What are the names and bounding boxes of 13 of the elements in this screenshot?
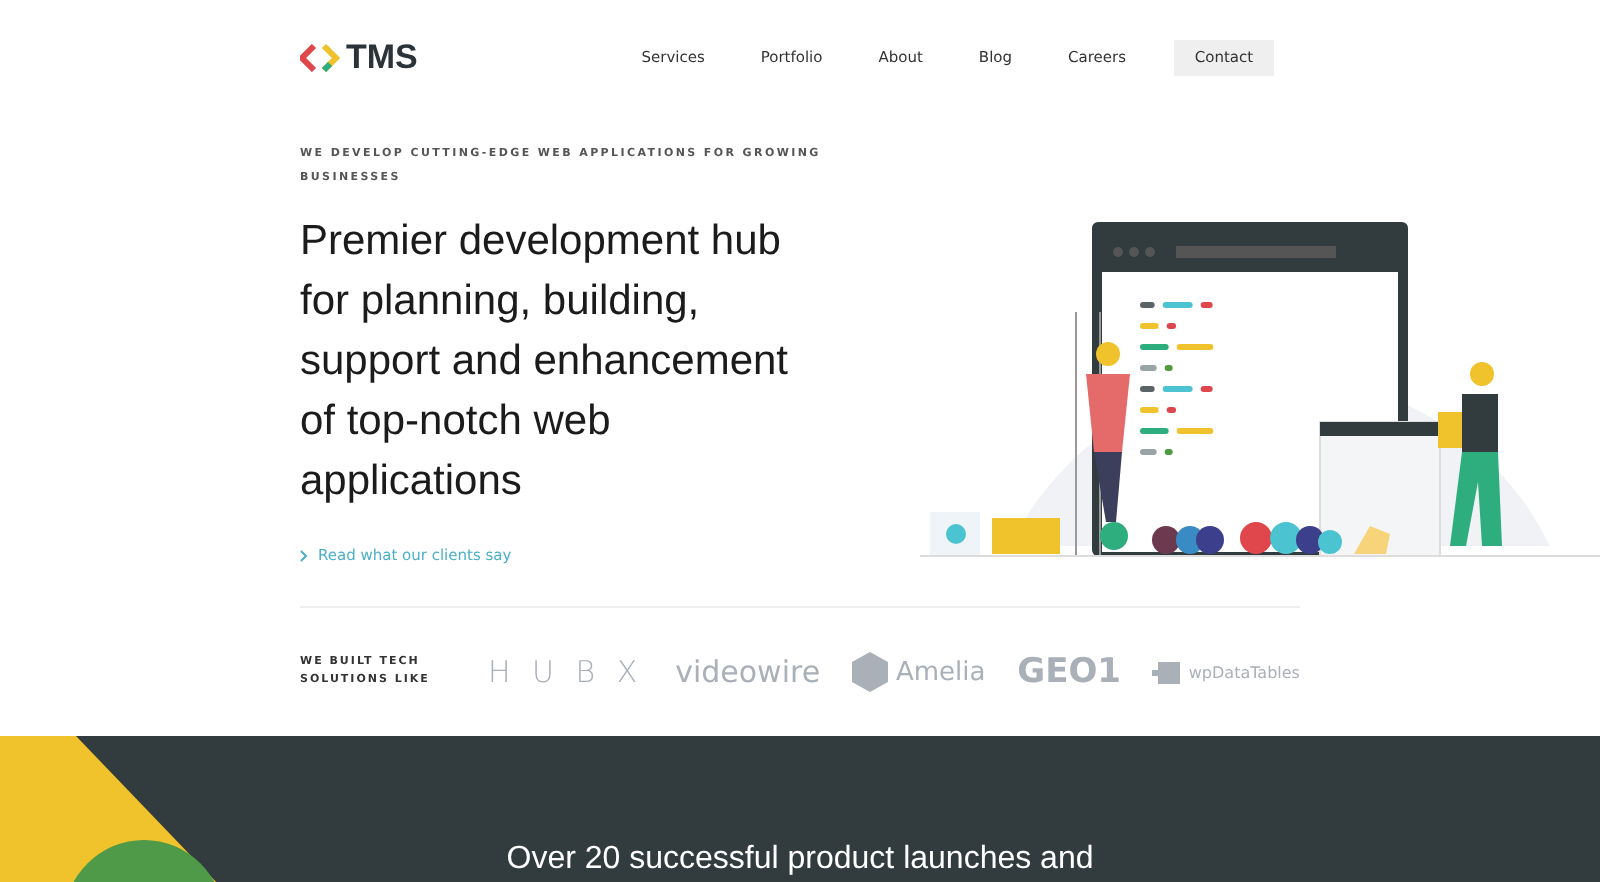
brackets-logo-icon bbox=[300, 43, 340, 71]
chevron-icon bbox=[300, 549, 308, 561]
client-logo: wpDataTables bbox=[1152, 661, 1300, 683]
client-logo: H U B X bbox=[488, 654, 644, 690]
client-logo: GEO1 bbox=[1017, 652, 1121, 692]
hero-headline: Premier development hub for planning, building, support and enhancement of top-notch web applications bbox=[300, 216, 791, 508]
client-logo: Amelia bbox=[851, 652, 986, 692]
stats-heading: Over 20 successful product launches and bbox=[506, 842, 1094, 878]
client-logo: videowire bbox=[675, 654, 821, 690]
table-icon bbox=[1152, 661, 1181, 683]
logo[interactable]: TMS bbox=[300, 37, 418, 77]
cube-icon bbox=[851, 652, 888, 692]
logo-text: TMS bbox=[346, 37, 418, 77]
